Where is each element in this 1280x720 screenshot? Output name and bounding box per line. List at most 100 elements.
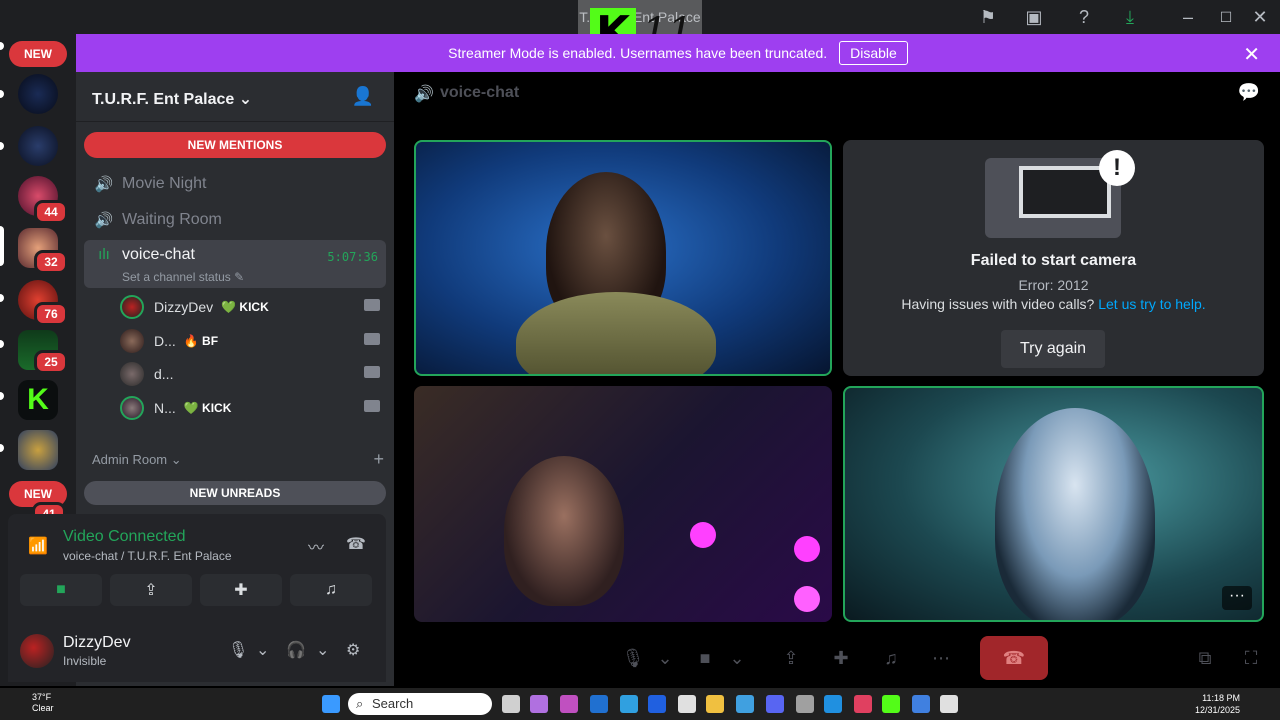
file-explorer-icon[interactable] <box>706 695 724 713</box>
server-name[interactable]: T.U.R.F. Ent Palace ⌄ <box>92 89 252 109</box>
disable-button[interactable]: Disable <box>839 41 908 65</box>
settings-icon[interactable] <box>796 695 814 713</box>
rgb-fan-light <box>794 586 820 612</box>
voice-user-item[interactable]: N... 💚 KICK <box>120 392 386 424</box>
channel-status[interactable]: Set a channel status ✎ <box>122 270 244 284</box>
microphone-icon[interactable]: 🎙 <box>622 636 645 680</box>
video-camera-icon <box>364 299 380 311</box>
chevron-down-icon[interactable]: ⌄ <box>256 640 269 660</box>
activities-button[interactable]: ✚ <box>200 574 282 606</box>
category-admin-room[interactable]: Admin Room ⌄ + <box>92 449 386 470</box>
camera-error-code: Error: 2012 <box>1018 277 1089 293</box>
chevron-down-icon[interactable]: ⌄ <box>316 640 329 660</box>
error-icon: ! <box>1099 150 1135 186</box>
more-icon[interactable]: ⋯ <box>930 636 952 680</box>
screen-share-icon[interactable]: ⇪ <box>780 636 802 680</box>
maximize-button[interactable]: ☐ <box>1214 5 1238 29</box>
video-camera-icon[interactable]: ■ <box>694 636 716 680</box>
speaker-icon: 🔊 <box>94 212 114 229</box>
task-view-icon[interactable] <box>502 695 520 713</box>
soundboard-button[interactable]: ♫ <box>290 574 372 606</box>
noise-suppression-icon[interactable]: 〰 <box>308 534 324 558</box>
screen-share-button[interactable]: ⇪ <box>110 574 192 606</box>
hang-up-button[interactable]: ☎ <box>980 636 1048 680</box>
hp-icon[interactable] <box>590 695 608 713</box>
fullscreen-icon[interactable]: ⛶ <box>1240 636 1262 680</box>
store-icon[interactable] <box>678 695 696 713</box>
video-tile-user-2[interactable] <box>414 386 832 622</box>
video-tile-user-1[interactable] <box>414 140 832 376</box>
speaker-icon: 🔊 <box>414 86 434 103</box>
windows-start-icon[interactable] <box>322 695 340 713</box>
user-status: Invisible <box>63 654 107 668</box>
soundboard-icon[interactable]: ♫ <box>880 636 902 680</box>
avatar <box>120 362 144 386</box>
more-options-button[interactable]: ··· <box>1222 586 1252 610</box>
chat-icon[interactable]: 💬 <box>1238 82 1260 103</box>
mention-badge: 25 <box>34 350 68 374</box>
microphone-icon[interactable]: 🎙 <box>228 640 248 660</box>
voice-user-item[interactable]: DizzyDev 💚 KICK <box>120 291 386 323</box>
media-player-icon[interactable] <box>940 695 958 713</box>
server-header[interactable]: T.U.R.F. Ent Palace ⌄ 👤 <box>76 72 394 122</box>
app-icon[interactable] <box>530 695 548 713</box>
user-name[interactable]: DizzyDev <box>63 634 131 652</box>
headphones-icon[interactable]: 🎧 <box>286 640 306 660</box>
participant-clothing <box>516 292 716 374</box>
help-icon[interactable]: ? <box>1072 5 1096 29</box>
channel-voice-chat[interactable]: ılı voice-chat 5:07:36 Set a channel sta… <box>84 240 386 288</box>
download-icon[interactable]: ⤓ <box>1118 5 1142 29</box>
screen-share-icon: ⇪ <box>144 582 158 599</box>
gear-icon[interactable]: ⚙ <box>346 640 360 660</box>
app-icon[interactable] <box>912 695 930 713</box>
new-unreads-bar[interactable]: NEW UNREADS <box>84 481 386 505</box>
activities-icon[interactable]: ✚ <box>830 636 852 680</box>
screen-share-icon[interactable]: ▣ <box>1022 5 1046 29</box>
video-tile-user-3[interactable]: ··· <box>843 386 1264 622</box>
avatar[interactable] <box>20 634 54 668</box>
streamer-mode-banner: Streamer Mode is enabled. Usernames have… <box>76 34 1280 72</box>
maps-icon[interactable] <box>854 695 872 713</box>
help-link[interactable]: Let us try to help. <box>1098 296 1205 312</box>
taskbar: 37°F Clear ⌕ Search 11:18 PM 12/31/2025 <box>0 688 1280 720</box>
new-mentions-bar[interactable]: NEW MENTIONS <box>84 132 386 158</box>
user-tag: 💚 KICK <box>221 300 269 314</box>
close-window-button[interactable]: ✕ <box>1248 5 1272 29</box>
channel-waiting-room[interactable]: 🔊 Waiting Room <box>84 204 386 236</box>
disconnect-icon[interactable]: ☎ <box>346 534 366 554</box>
voice-user-item[interactable]: d... <box>120 358 386 390</box>
discord-icon[interactable] <box>766 695 784 713</box>
add-channel-icon[interactable]: + <box>373 449 384 470</box>
search-icon: ⌕ <box>356 696 364 711</box>
app-icon[interactable] <box>560 695 578 713</box>
server-icon[interactable] <box>18 126 58 166</box>
signal-icon[interactable]: 📶 <box>28 536 48 556</box>
kick-server-icon[interactable]: K <box>18 380 58 420</box>
camera-toggle-button[interactable]: ■ <box>20 574 102 606</box>
taskbar-search[interactable]: ⌕ Search <box>348 693 492 715</box>
chevron-down-icon[interactable]: ⌄ <box>654 636 676 680</box>
zoom-icon[interactable] <box>648 695 666 713</box>
server-icon[interactable] <box>18 74 58 114</box>
invite-member-icon[interactable]: 👤 <box>352 86 374 107</box>
close-icon[interactable]: ✕ <box>1243 42 1260 67</box>
unread-indicator <box>0 340 4 348</box>
kick-icon[interactable] <box>882 695 900 713</box>
monitor-screen-illustration <box>1019 166 1111 218</box>
app-icon[interactable] <box>736 695 754 713</box>
try-again-button[interactable]: Try again <box>1001 330 1105 368</box>
chevron-down-icon[interactable]: ⌄ <box>726 636 748 680</box>
voice-user-item[interactable]: D... 🔥 BF <box>120 325 386 357</box>
server-icon[interactable] <box>18 430 58 470</box>
pop-out-icon[interactable]: ⧉ <box>1194 636 1216 680</box>
flag-icon[interactable]: ⚑ <box>976 5 1000 29</box>
new-servers-pill-top[interactable]: NEW <box>9 41 67 67</box>
edge-icon[interactable] <box>824 695 842 713</box>
system-clock[interactable]: 11:18 PM 12/31/2025 <box>1195 692 1240 716</box>
weather-widget[interactable]: 37°F Clear <box>12 692 54 714</box>
app-icon[interactable] <box>620 695 638 713</box>
pencil-icon: ✎ <box>234 270 245 284</box>
voice-status-subtitle[interactable]: voice-chat / T.U.R.F. Ent Palace <box>63 549 232 563</box>
minimize-button[interactable]: – <box>1176 5 1200 29</box>
channel-movie-night[interactable]: 🔊 Movie Night <box>84 168 386 200</box>
